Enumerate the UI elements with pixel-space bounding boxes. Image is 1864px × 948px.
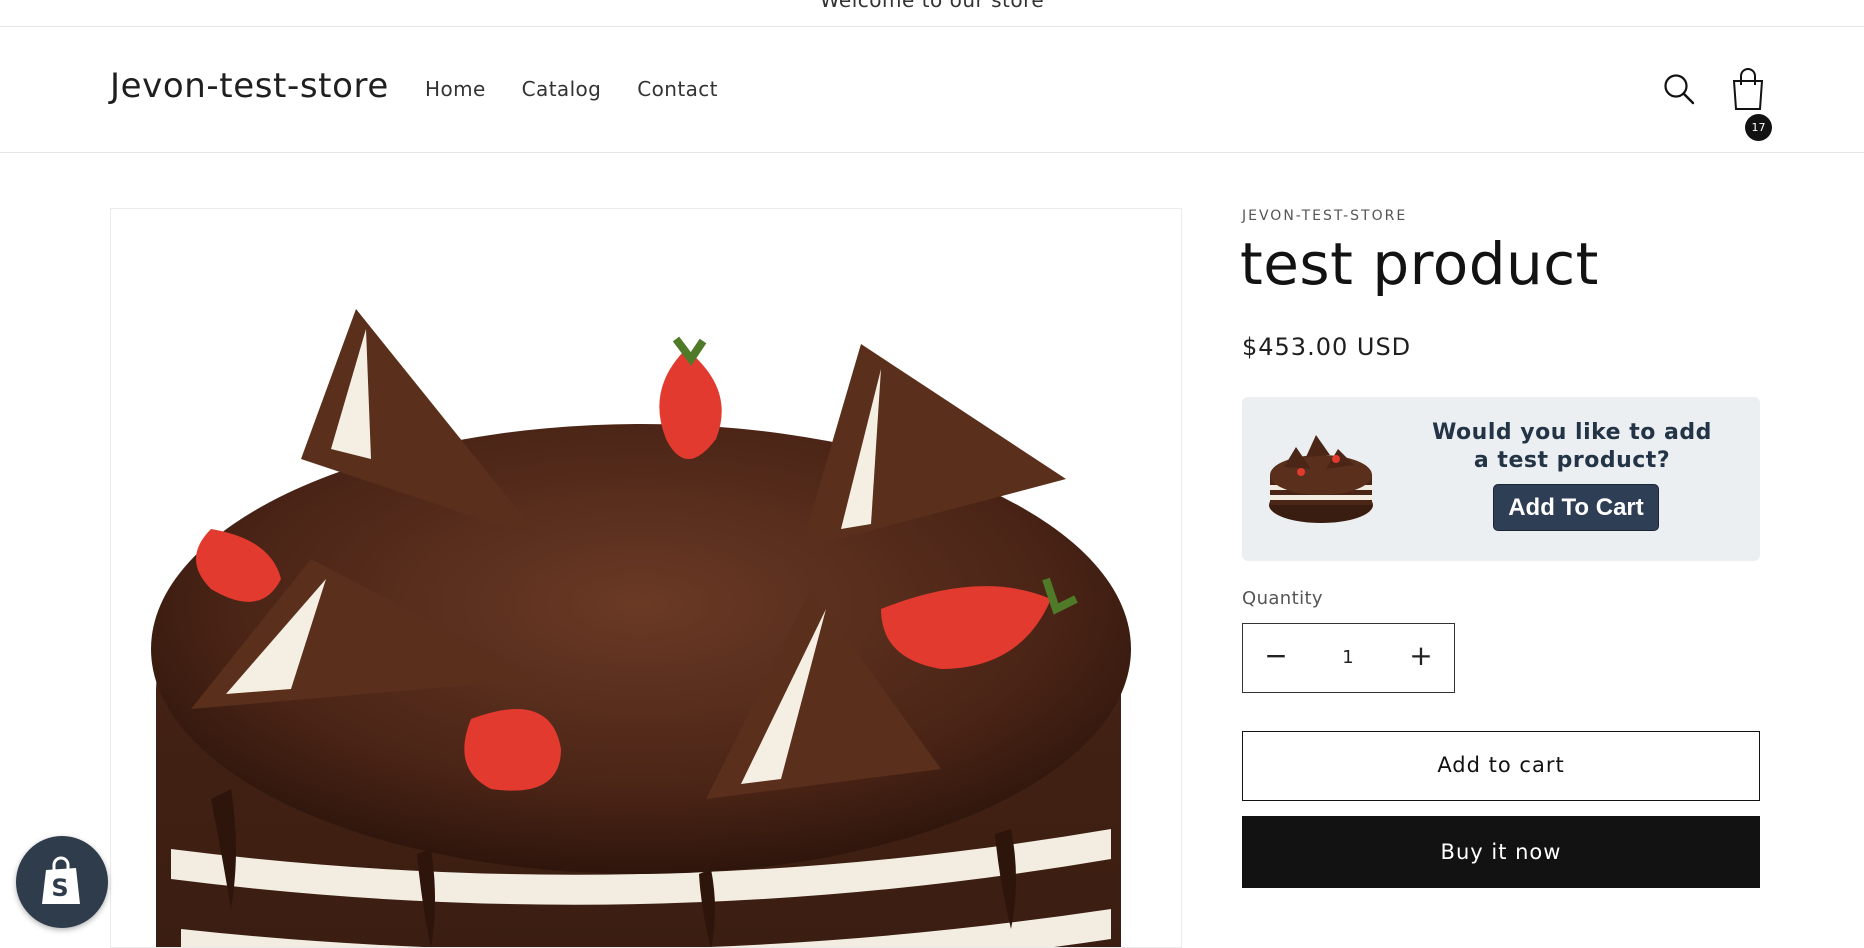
nav-home[interactable]: Home [425,77,486,101]
buy-it-now-button[interactable]: Buy it now [1242,816,1760,888]
cart-icon[interactable] [1726,65,1772,113]
site-header: Jevon-test-store Home Catalog Contact 17 [0,27,1864,153]
announcement-text: Welcome to our store [819,0,1045,12]
product-title: test product [1240,230,1599,298]
quantity-decrease-button[interactable]: − [1243,624,1309,691]
search-icon[interactable] [1662,72,1696,106]
quantity-label: Quantity [1242,588,1323,609]
nav-catalog[interactable]: Catalog [522,77,602,101]
add-to-cart-button[interactable]: Add to cart [1242,731,1760,801]
upsell-add-to-cart-button[interactable]: Add To Cart [1493,484,1659,531]
shopify-bag-icon: S [42,856,80,904]
nav-contact[interactable]: Contact [637,77,718,101]
main-nav: Home Catalog Contact [425,77,718,101]
cake-illustration [151,309,1131,947]
announcement-bar: Welcome to our store [0,0,1864,27]
product-vendor: JEVON-TEST-STORE [1242,208,1408,224]
product-price: $453.00 USD [1242,333,1412,361]
upsell-widget: Would you like to add a test product? Ad… [1242,397,1760,561]
cart-count-badge: 17 [1745,114,1772,141]
quantity-input[interactable] [1309,624,1387,691]
product-image[interactable] [110,208,1182,948]
svg-text:S: S [51,874,68,902]
upsell-product-thumbnail [1269,435,1373,523]
store-logo[interactable]: Jevon-test-store [110,66,389,106]
quantity-stepper: − + [1242,623,1455,693]
upsell-prompt: Would you like to add a test product? [1432,420,1712,473]
shopify-badge[interactable]: S [16,836,108,928]
quantity-increase-button[interactable]: + [1388,624,1454,691]
